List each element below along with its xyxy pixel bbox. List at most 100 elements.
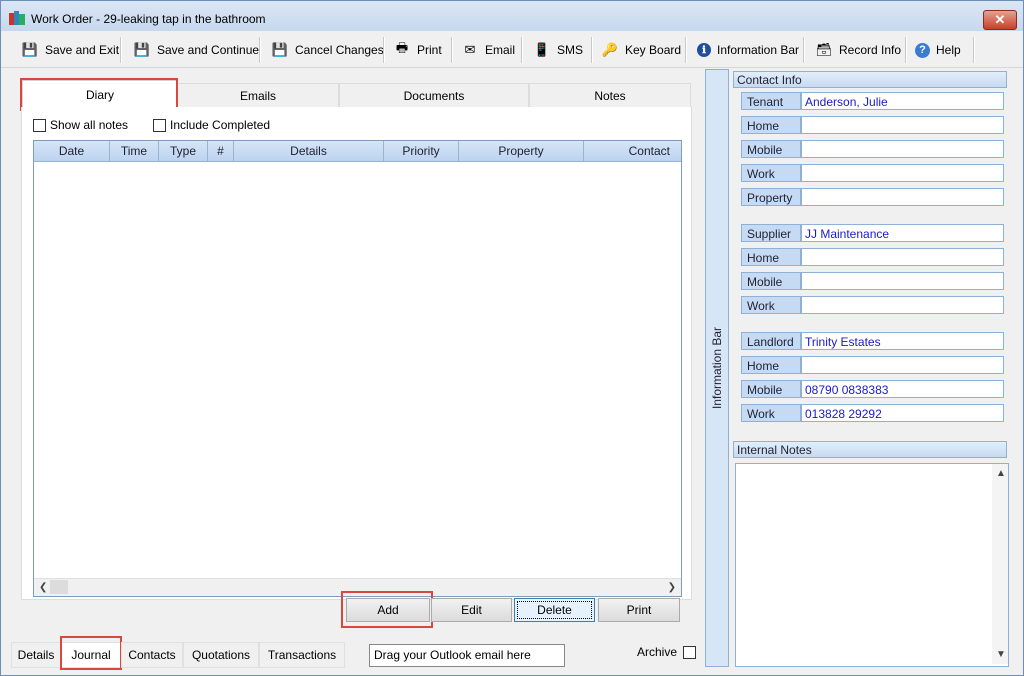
print-button[interactable]: 🖶 Print [393, 37, 442, 63]
landlord-work-label: Work [741, 404, 801, 422]
checkbox-box[interactable] [153, 118, 166, 132]
email-icon: ✉ [464, 42, 476, 57]
property-value[interactable] [801, 188, 1004, 206]
info-icon: ℹ [697, 43, 711, 57]
scroll-left-icon[interactable]: ❮ [39, 579, 47, 596]
sms-label: SMS [557, 43, 584, 57]
help-icon: ? [915, 42, 930, 58]
tenant-home-label: Home [741, 116, 801, 134]
landlord-work-value[interactable]: 013828 29292 [801, 404, 1004, 422]
tab-documents[interactable]: Documents [339, 83, 529, 109]
outlook-drop-zone[interactable]: Drag your Outlook email here [369, 644, 565, 667]
save-and-exit-label: Save and Exit [45, 43, 120, 57]
delete-button[interactable]: Delete [514, 598, 595, 622]
scroll-thumb[interactable] [50, 580, 68, 594]
help-button[interactable]: ? Help [915, 37, 961, 63]
col-date[interactable]: Date [34, 141, 110, 161]
col-time[interactable]: Time [110, 141, 159, 161]
tab-details[interactable]: Details [11, 642, 61, 668]
tenant-work-value[interactable] [801, 164, 1004, 182]
landlord-home-value[interactable] [801, 356, 1004, 374]
tenant-mobile-value[interactable] [801, 140, 1004, 158]
grid-header: Date Time Type # Details Priority Proper… [34, 141, 681, 162]
property-label: Property [741, 188, 801, 206]
tenant-value[interactable]: Anderson, Julie [801, 92, 1004, 110]
cancel-changes-label: Cancel Changes [295, 43, 384, 57]
supplier-value[interactable]: JJ Maintenance [801, 224, 1004, 242]
landlord-home-label: Home [741, 356, 801, 374]
tab-contacts[interactable]: Contacts [121, 642, 183, 668]
tab-diary[interactable]: Diary [22, 80, 178, 110]
tab-journal[interactable]: Journal [61, 642, 121, 668]
col-number[interactable]: # [208, 141, 234, 161]
archive-checkbox[interactable]: Archive [637, 645, 697, 659]
supplier-work-label: Work [741, 296, 801, 314]
information-bar-button[interactable]: ℹ Information Bar [697, 37, 799, 63]
show-all-notes-checkbox[interactable]: Show all notes [33, 118, 128, 132]
record-info-button[interactable]: 🗃 Record Info [815, 37, 901, 63]
diary-grid[interactable]: Date Time Type # Details Priority Proper… [33, 140, 682, 597]
save-and-exit-button[interactable]: 💾 Save and Exit [21, 37, 119, 63]
sms-button[interactable]: 📱 SMS [533, 37, 583, 63]
help-label: Help [936, 43, 961, 57]
key-board-button[interactable]: 🔑 Key Board [601, 37, 681, 63]
work-order-window: Work Order - 29-leaking tap in the bathr… [0, 0, 1024, 676]
save-continue-icon: 💾 [133, 42, 151, 57]
col-contact[interactable]: Contact [584, 141, 680, 161]
notes-scrollbar[interactable]: ▲ ▼ [992, 464, 1008, 664]
tab-quotations[interactable]: Quotations [183, 642, 259, 668]
tab-emails[interactable]: Emails [177, 83, 339, 109]
print-label: Print [417, 43, 442, 57]
email-button[interactable]: ✉ Email [461, 37, 515, 63]
contact-info-heading: Contact Info [733, 71, 1007, 88]
internal-notes-field[interactable]: ▲ ▼ [735, 463, 1009, 667]
horizontal-scrollbar[interactable]: ❮ ❯ [34, 578, 681, 596]
close-button[interactable]: ✕ [983, 10, 1017, 30]
window-title: Work Order - 29-leaking tap in the bathr… [31, 12, 266, 26]
printer-icon: 🖶 [395, 40, 409, 55]
internal-notes-heading: Internal Notes [733, 441, 1007, 458]
supplier-home-value[interactable] [801, 248, 1004, 266]
tab-transactions[interactable]: Transactions [259, 642, 345, 668]
contact-info-panel: Contact Info Tenant Anderson, Julie Home… [733, 71, 1009, 667]
scroll-down-icon[interactable]: ▼ [996, 649, 1006, 660]
include-completed-label: Include Completed [170, 118, 271, 132]
supplier-work-value[interactable] [801, 296, 1004, 314]
tab-notes[interactable]: Notes [529, 83, 691, 109]
add-button[interactable]: Add [346, 598, 430, 622]
archive-label: Archive [637, 645, 678, 659]
save-exit-icon: 💾 [21, 42, 39, 57]
tenant-home-value[interactable] [801, 116, 1004, 134]
save-and-continue-button[interactable]: 💾 Save and Continue [133, 37, 259, 63]
information-bar-label: Information Bar [710, 326, 724, 410]
save-and-continue-label: Save and Continue [157, 43, 260, 57]
scroll-up-icon[interactable]: ▲ [996, 468, 1006, 479]
landlord-mobile-label: Mobile [741, 380, 801, 398]
col-property[interactable]: Property [459, 141, 584, 161]
landlord-label: Landlord [741, 332, 801, 350]
col-priority[interactable]: Priority [384, 141, 459, 161]
record-info-label: Record Info [839, 43, 902, 57]
cancel-changes-button[interactable]: 💾 Cancel Changes [271, 37, 384, 63]
include-completed-checkbox[interactable]: Include Completed [153, 118, 270, 132]
internal-notes-text [736, 464, 1008, 470]
edit-button[interactable]: Edit [431, 598, 512, 622]
keys-icon: 🔑 [601, 42, 619, 57]
col-type[interactable]: Type [159, 141, 208, 161]
app-icon [9, 11, 25, 25]
key-board-label: Key Board [625, 43, 682, 57]
supplier-mobile-value[interactable] [801, 272, 1004, 290]
scroll-right-icon[interactable]: ❯ [668, 579, 676, 596]
toolbar: 💾 Save and Exit 💾 Save and Continue 💾 Cance… [1, 33, 1023, 68]
landlord-value[interactable]: Trinity Estates [801, 332, 1004, 350]
supplier-home-label: Home [741, 248, 801, 266]
col-details[interactable]: Details [234, 141, 384, 161]
checkbox-box[interactable] [683, 645, 697, 659]
print-entry-button[interactable]: Print [598, 598, 680, 622]
checkbox-box[interactable] [33, 118, 46, 132]
tenant-label: Tenant [741, 92, 801, 110]
title-bar: Work Order - 29-leaking tap in the bathr… [1, 1, 1023, 31]
email-label: Email [485, 43, 516, 57]
information-bar-toggle[interactable]: Information Bar [705, 69, 729, 667]
landlord-mobile-value[interactable]: 08790 0838383 [801, 380, 1004, 398]
